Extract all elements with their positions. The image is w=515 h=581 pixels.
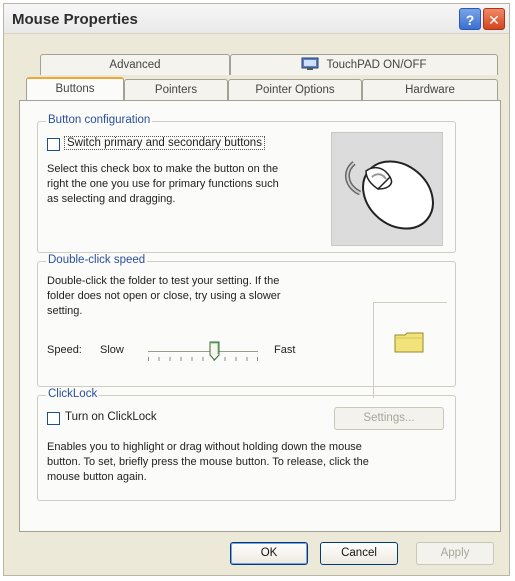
slider-ticks xyxy=(148,357,258,361)
double-click-description-line: folder does not open or close, try using… xyxy=(47,290,281,302)
window-title: Mouse Properties xyxy=(12,11,138,28)
tab-panel-buttons: Button configuration Switch primary and … xyxy=(19,100,501,532)
tab-label: Pointer Options xyxy=(255,84,335,96)
switch-buttons-checkbox[interactable] xyxy=(47,138,60,151)
clicklock-group: ClickLock Turn on ClickLock Settings... … xyxy=(37,388,456,501)
ok-button[interactable]: OK xyxy=(230,542,308,565)
speed-label: Speed: xyxy=(47,344,82,356)
tab-label: Advanced xyxy=(109,59,161,71)
slow-label: Slow xyxy=(100,344,124,356)
tab-pointer-options[interactable]: Pointer Options xyxy=(228,79,362,100)
mouse-properties-window: Mouse Properties ? ✕ Advanced TouchPAD O… xyxy=(3,3,510,576)
tab-label: Hardware xyxy=(405,84,455,96)
slider-thumb[interactable] xyxy=(209,341,220,361)
switch-buttons-label[interactable]: Switch primary and secondary buttons xyxy=(64,136,265,150)
clicklock-settings-button[interactable]: Settings... xyxy=(334,407,444,430)
fast-label: Fast xyxy=(274,344,296,356)
tab-advanced[interactable]: Advanced xyxy=(40,54,230,75)
test-folder-area[interactable] xyxy=(373,302,447,398)
tab-buttons[interactable]: Buttons xyxy=(26,77,124,100)
double-click-speed-slider[interactable] xyxy=(148,351,258,353)
button-config-description-line: as selecting and dragging. xyxy=(47,193,176,205)
tab-hardware[interactable]: Hardware xyxy=(362,79,498,100)
help-button[interactable]: ? xyxy=(459,8,481,30)
close-button[interactable]: ✕ xyxy=(483,8,505,30)
button-configuration-group: Button configuration Switch primary and … xyxy=(37,114,456,253)
mouse-preview xyxy=(331,132,443,246)
cancel-button[interactable]: Cancel xyxy=(320,542,398,565)
clicklock-description-line: mouse button again. xyxy=(47,471,147,483)
tab-pointers[interactable]: Pointers xyxy=(124,79,228,100)
tab-label: TouchPAD ON/OFF xyxy=(326,59,427,71)
title-bar[interactable]: Mouse Properties ? ✕ xyxy=(4,4,509,34)
button-config-description-line: right the one you use for primary functi… xyxy=(47,178,279,190)
clicklock-description-line: Enables you to highlight or drag without… xyxy=(47,441,362,453)
group-title: Button configuration xyxy=(46,114,153,126)
mouse-icon xyxy=(344,160,434,230)
clicklock-description-line: button. To set, briefly press the mouse … xyxy=(47,456,369,468)
double-click-description-line: Double-click the folder to test your set… xyxy=(47,275,280,287)
tab-label: Pointers xyxy=(154,84,198,96)
apply-button[interactable]: Apply xyxy=(416,542,494,565)
touchpad-icon xyxy=(301,57,319,70)
double-click-speed-group: Double-click speed Double-click the fold… xyxy=(37,254,456,398)
button-config-description-line: Select this check box to make the button… xyxy=(47,163,279,175)
tab-label: Buttons xyxy=(55,83,95,95)
double-click-description-line: setting. xyxy=(47,305,83,317)
tab-touchpad[interactable]: TouchPAD ON/OFF xyxy=(230,54,498,75)
group-title: ClickLock xyxy=(46,388,100,400)
clicklock-checkbox[interactable] xyxy=(47,412,60,425)
group-title: Double-click speed xyxy=(46,254,148,266)
clicklock-label[interactable]: Turn on ClickLock xyxy=(65,411,157,423)
folder-icon[interactable] xyxy=(394,331,424,353)
